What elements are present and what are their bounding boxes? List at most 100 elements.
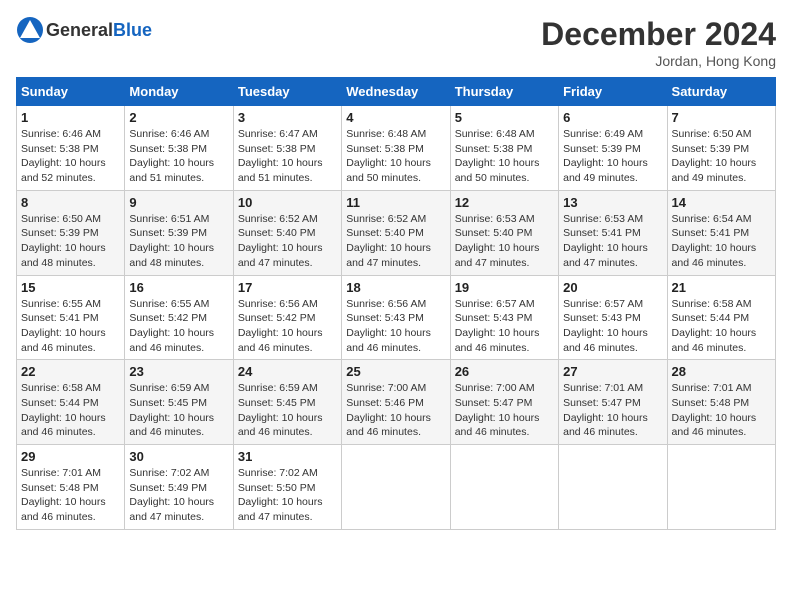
day-info: Sunrise: 6:51 AMSunset: 5:39 PMDaylight:… (129, 212, 228, 271)
calendar-cell: 19Sunrise: 6:57 AMSunset: 5:43 PMDayligh… (450, 275, 558, 360)
day-number: 7 (672, 110, 771, 125)
day-info: Sunrise: 6:58 AMSunset: 5:44 PMDaylight:… (21, 381, 120, 440)
day-number: 16 (129, 280, 228, 295)
calendar-cell (450, 445, 558, 530)
logo-blue-text: Blue (113, 20, 152, 41)
calendar-cell (559, 445, 667, 530)
calendar-cell: 31 Sunrise: 7:02 AMSunset: 5:50 PMDayligh… (233, 445, 341, 530)
day-number: 30 (129, 449, 228, 464)
calendar-cell: 3Sunrise: 6:47 AMSunset: 5:38 PMDaylight… (233, 106, 341, 191)
day-info: Sunrise: 7:01 AMSunset: 5:48 PMDaylight:… (672, 381, 771, 440)
day-info: Sunrise: 6:53 AMSunset: 5:40 PMDaylight:… (455, 212, 554, 271)
day-number: 27 (563, 364, 662, 379)
calendar-cell: 21 Sunrise: 6:58 AMSunset: 5:44 PMDayligh… (667, 275, 775, 360)
calendar-cell: 9 Sunrise: 6:51 AMSunset: 5:39 PMDaylight… (125, 190, 233, 275)
day-info: Sunrise: 7:00 AMSunset: 5:47 PMDaylight:… (455, 381, 554, 440)
day-info: Sunrise: 6:46 AMSunset: 5:38 PMDaylight:… (21, 127, 120, 186)
day-info: Sunrise: 6:55 AMSunset: 5:42 PMDaylight:… (129, 297, 228, 356)
day-number: 15 (21, 280, 120, 295)
day-number: 18 (346, 280, 445, 295)
col-sunday: Sunday (17, 78, 125, 106)
day-number: 11 (346, 195, 445, 210)
day-info: Sunrise: 6:49 AMSunset: 5:39 PMDaylight:… (563, 127, 662, 186)
day-number: 12 (455, 195, 554, 210)
day-number: 13 (563, 195, 662, 210)
calendar-cell: 24 Sunrise: 6:59 AMSunset: 5:45 PMDayligh… (233, 360, 341, 445)
month-title: December 2024 (541, 16, 776, 53)
day-number: 26 (455, 364, 554, 379)
day-info: Sunrise: 6:50 AMSunset: 5:39 PMDaylight:… (672, 127, 771, 186)
day-info: Sunrise: 6:48 AMSunset: 5:38 PMDaylight:… (455, 127, 554, 186)
day-info: Sunrise: 7:00 AMSunset: 5:46 PMDaylight:… (346, 381, 445, 440)
calendar-cell: 15 Sunrise: 6:55 AMSunset: 5:41 PMDayligh… (17, 275, 125, 360)
calendar-cell: 12 Sunrise: 6:53 AMSunset: 5:40 PMDayligh… (450, 190, 558, 275)
day-info: Sunrise: 6:53 AMSunset: 5:41 PMDaylight:… (563, 212, 662, 271)
calendar-cell: 17Sunrise: 6:56 AMSunset: 5:42 PMDayligh… (233, 275, 341, 360)
day-number: 1 (21, 110, 120, 125)
day-number: 28 (672, 364, 771, 379)
calendar-cell: 13 Sunrise: 6:53 AMSunset: 5:41 PMDayligh… (559, 190, 667, 275)
calendar-week-row: 22 Sunrise: 6:58 AMSunset: 5:44 PMDayligh… (17, 360, 776, 445)
logo-general-text: General (46, 20, 113, 41)
calendar-cell: 29Sunrise: 7:01 AMSunset: 5:48 PMDayligh… (17, 445, 125, 530)
day-info: Sunrise: 6:46 AMSunset: 5:38 PMDaylight:… (129, 127, 228, 186)
col-wednesday: Wednesday (342, 78, 450, 106)
day-info: Sunrise: 6:54 AMSunset: 5:41 PMDaylight:… (672, 212, 771, 271)
calendar-cell: 5 Sunrise: 6:48 AMSunset: 5:38 PMDaylight… (450, 106, 558, 191)
calendar-cell: 2 Sunrise: 6:46 AMSunset: 5:38 PMDaylight… (125, 106, 233, 191)
day-number: 14 (672, 195, 771, 210)
day-number: 4 (346, 110, 445, 125)
day-info: Sunrise: 6:55 AMSunset: 5:41 PMDaylight:… (21, 297, 120, 356)
calendar-cell: 28 Sunrise: 7:01 AMSunset: 5:48 PMDayligh… (667, 360, 775, 445)
col-saturday: Saturday (667, 78, 775, 106)
calendar-table: Sunday Monday Tuesday Wednesday Thursday… (16, 77, 776, 530)
day-number: 9 (129, 195, 228, 210)
day-info: Sunrise: 6:57 AMSunset: 5:43 PMDaylight:… (563, 297, 662, 356)
day-number: 24 (238, 364, 337, 379)
day-info: Sunrise: 6:52 AMSunset: 5:40 PMDaylight:… (238, 212, 337, 271)
day-info: Sunrise: 6:59 AMSunset: 5:45 PMDaylight:… (238, 381, 337, 440)
calendar-cell: 25 Sunrise: 7:00 AMSunset: 5:46 PMDayligh… (342, 360, 450, 445)
calendar-cell: 22 Sunrise: 6:58 AMSunset: 5:44 PMDayligh… (17, 360, 125, 445)
day-number: 8 (21, 195, 120, 210)
day-info: Sunrise: 6:50 AMSunset: 5:39 PMDaylight:… (21, 212, 120, 271)
calendar-header-row: Sunday Monday Tuesday Wednesday Thursday… (17, 78, 776, 106)
calendar-cell: 11Sunrise: 6:52 AMSunset: 5:40 PMDayligh… (342, 190, 450, 275)
day-info: Sunrise: 6:48 AMSunset: 5:38 PMDaylight:… (346, 127, 445, 186)
logo-icon (16, 16, 44, 44)
location: Jordan, Hong Kong (541, 53, 776, 69)
calendar-week-row: 29Sunrise: 7:01 AMSunset: 5:48 PMDayligh… (17, 445, 776, 530)
calendar-cell: 7 Sunrise: 6:50 AMSunset: 5:39 PMDaylight… (667, 106, 775, 191)
day-number: 25 (346, 364, 445, 379)
day-number: 23 (129, 364, 228, 379)
calendar-week-row: 15 Sunrise: 6:55 AMSunset: 5:41 PMDayligh… (17, 275, 776, 360)
day-number: 21 (672, 280, 771, 295)
day-info: Sunrise: 7:02 AMSunset: 5:49 PMDaylight:… (129, 466, 228, 525)
calendar-cell: 27Sunrise: 7:01 AMSunset: 5:47 PMDayligh… (559, 360, 667, 445)
day-info: Sunrise: 6:59 AMSunset: 5:45 PMDaylight:… (129, 381, 228, 440)
day-number: 3 (238, 110, 337, 125)
day-number: 29 (21, 449, 120, 464)
calendar-cell: 18Sunrise: 6:56 AMSunset: 5:43 PMDayligh… (342, 275, 450, 360)
calendar-cell: 1 Sunrise: 6:46 AMSunset: 5:38 PMDaylight… (17, 106, 125, 191)
day-number: 5 (455, 110, 554, 125)
calendar-cell: 10 Sunrise: 6:52 AMSunset: 5:40 PMDayligh… (233, 190, 341, 275)
day-number: 6 (563, 110, 662, 125)
col-friday: Friday (559, 78, 667, 106)
day-number: 10 (238, 195, 337, 210)
day-number: 31 (238, 449, 337, 464)
day-number: 2 (129, 110, 228, 125)
col-monday: Monday (125, 78, 233, 106)
calendar-cell: 20Sunrise: 6:57 AMSunset: 5:43 PMDayligh… (559, 275, 667, 360)
calendar-week-row: 1 Sunrise: 6:46 AMSunset: 5:38 PMDaylight… (17, 106, 776, 191)
page-header: GeneralBlue December 2024 Jordan, Hong K… (16, 16, 776, 69)
day-number: 22 (21, 364, 120, 379)
col-tuesday: Tuesday (233, 78, 341, 106)
day-number: 19 (455, 280, 554, 295)
calendar-cell: 8 Sunrise: 6:50 AMSunset: 5:39 PMDaylight… (17, 190, 125, 275)
calendar-cell: 4 Sunrise: 6:48 AMSunset: 5:38 PMDaylight… (342, 106, 450, 191)
day-info: Sunrise: 6:58 AMSunset: 5:44 PMDaylight:… (672, 297, 771, 356)
day-info: Sunrise: 7:02 AMSunset: 5:50 PMDaylight:… (238, 466, 337, 525)
col-thursday: Thursday (450, 78, 558, 106)
calendar-cell: 14 Sunrise: 6:54 AMSunset: 5:41 PMDayligh… (667, 190, 775, 275)
